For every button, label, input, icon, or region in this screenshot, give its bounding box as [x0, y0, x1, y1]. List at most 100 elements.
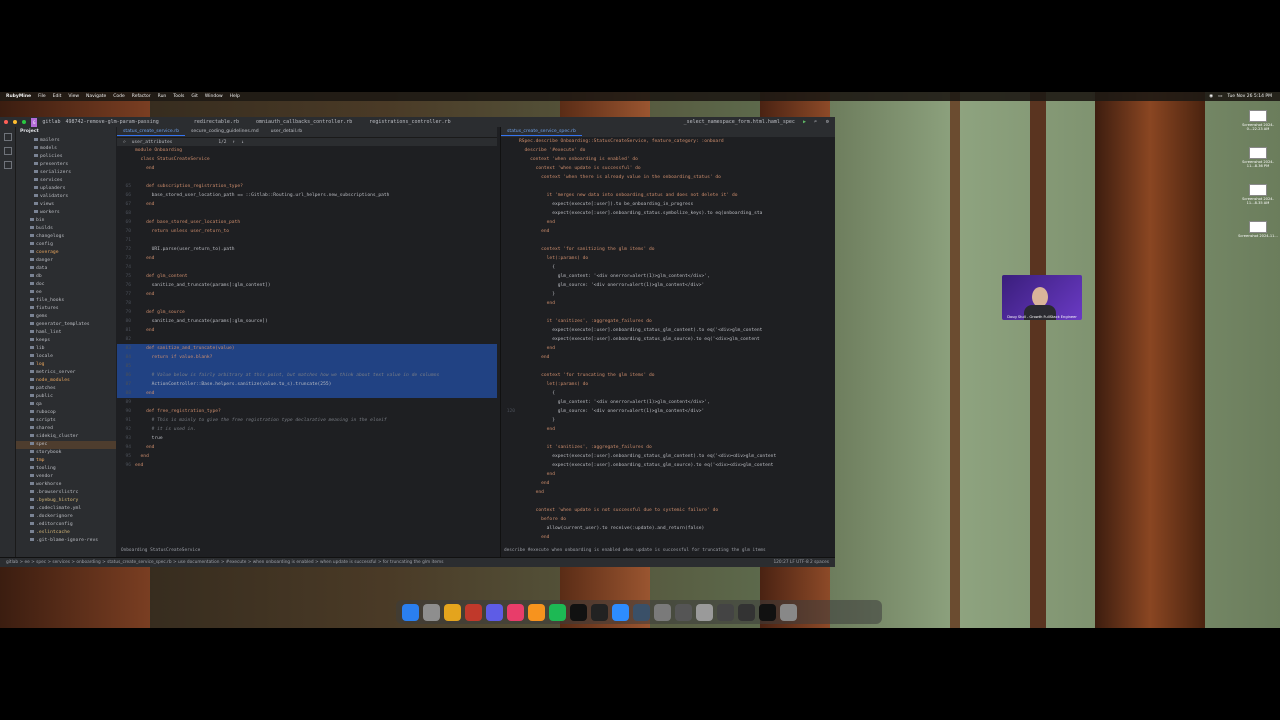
code-line[interactable]: end [501, 488, 835, 497]
project-tree-item[interactable]: presenters [16, 161, 116, 169]
project-tree-item[interactable]: mailers [16, 137, 116, 145]
project-tree-item[interactable]: changelogs [16, 233, 116, 241]
menu-code[interactable]: Code [113, 92, 125, 101]
code-line[interactable]: 90 def free_registration_type? [117, 407, 497, 416]
project-tree-item[interactable]: tmp [16, 457, 116, 465]
project-tree-item[interactable]: validators [16, 193, 116, 201]
project-tree-item[interactable]: .codeclimate.yml [16, 505, 116, 513]
code-line[interactable]: context 'when update is not successful d… [501, 506, 835, 515]
project-tree-item[interactable]: fixtures [16, 305, 116, 313]
code-line[interactable]: expect(execute[:user].onboarding_status_… [501, 461, 835, 470]
menu-view[interactable]: View [68, 92, 79, 101]
code-line[interactable]: 83 def sanitize_and_truncate(value) [117, 344, 497, 353]
code-line[interactable]: 67 end [117, 200, 497, 209]
menu-run[interactable]: Run [158, 92, 167, 101]
commit-tool-icon[interactable] [4, 147, 12, 155]
find-input[interactable]: user_attributes [132, 138, 173, 146]
battery-icon[interactable]: ▭ [1218, 92, 1222, 101]
code-line[interactable]: end [501, 218, 835, 227]
dock-app-icon[interactable] [444, 603, 461, 621]
code-line[interactable]: end [501, 533, 835, 542]
project-tree-item[interactable]: shared [16, 425, 116, 433]
project-tree-item[interactable]: .dockerignore [16, 513, 116, 521]
code-line[interactable]: 95 end [117, 452, 497, 461]
code-line[interactable]: it 'sanitizes', :aggregate_failures do [501, 317, 835, 326]
menu-refactor[interactable]: Refactor [132, 92, 151, 101]
dock-app-icon[interactable] [738, 603, 755, 621]
code-line[interactable]: end [501, 479, 835, 488]
code-line[interactable]: 86 # Value below is fairly arbitrary at … [117, 371, 497, 380]
code-line[interactable]: 94 end [117, 443, 497, 452]
code-line[interactable]: 74 [117, 263, 497, 272]
project-tree-item[interactable]: tooling [16, 465, 116, 473]
dock-app-icon[interactable] [465, 603, 482, 621]
status-path[interactable]: gitlab > ee > spec > services > onboardi… [6, 558, 443, 567]
find-prev-icon[interactable]: ↑ [233, 138, 236, 146]
project-tree-item[interactable]: views [16, 201, 116, 209]
menubar-clock[interactable]: Tue Nov 26 5:14 PM [1227, 92, 1272, 101]
project-tree-item[interactable]: scripts [16, 417, 116, 425]
code-line[interactable]: glm_content: '<div onerror=alert(1)>glm_… [501, 272, 835, 281]
desktop-file[interactable]: Screenshot 2024-11...8.36 PM [1238, 147, 1278, 169]
code-line[interactable]: context 'when there is already value in … [501, 173, 835, 182]
menu-window[interactable]: Window [205, 92, 223, 101]
code-line[interactable]: 91 # This is mainly to give the free reg… [117, 416, 497, 425]
project-tree-item[interactable]: haml_lint [16, 329, 116, 337]
wifi-icon[interactable]: ◉ [1209, 92, 1213, 101]
dock-app-icon[interactable] [759, 603, 776, 621]
project-tree-item[interactable]: spec [16, 441, 116, 449]
dock-app-icon[interactable] [570, 603, 587, 621]
code-line[interactable]: 66 base_stored_user_location_path == ::G… [117, 191, 497, 200]
project-tree-item[interactable]: storybook [16, 449, 116, 457]
code-line[interactable]: 73 end [117, 254, 497, 263]
code-line[interactable]: end [501, 299, 835, 308]
project-tree-item[interactable]: log [16, 361, 116, 369]
dock-app-icon[interactable] [591, 603, 608, 621]
code-line[interactable]: 85 [117, 362, 497, 371]
project-tree-item[interactable]: bin [16, 217, 116, 225]
dock-app-icon[interactable] [717, 603, 734, 621]
code-line[interactable]: } [501, 416, 835, 425]
project-tree-item[interactable]: .editorconfig [16, 521, 116, 529]
code-line[interactable]: 80 sanitize_and_truncate(params[:glm_sou… [117, 317, 497, 326]
code-line[interactable]: 76 sanitize_and_truncate(params[:glm_con… [117, 281, 497, 290]
project-tree-item[interactable]: .browserslistrc [16, 489, 116, 497]
project-tree-item[interactable]: config [16, 241, 116, 249]
project-tree-item[interactable]: workhorse [16, 481, 116, 489]
status-position[interactable]: 120:27 LF UTF-8 2 spaces [773, 558, 829, 567]
code-line[interactable]: context 'when update is successful' do [501, 164, 835, 173]
branch-name[interactable]: 498742-remove-glm-param-passing [65, 118, 158, 127]
left-code-area[interactable]: module Onboarding class StatusCreateServ… [117, 146, 497, 470]
project-tree-item[interactable]: rubocop [16, 409, 116, 417]
project-tree-item[interactable]: ee [16, 289, 116, 297]
code-line[interactable]: context 'when onboarding is enabled' do [501, 155, 835, 164]
left-breadcrumb[interactable]: Onboarding StatusCreateService [117, 546, 200, 555]
code-line[interactable]: 81 end [117, 326, 497, 335]
code-line[interactable]: 68 [117, 209, 497, 218]
dock-app-icon[interactable] [696, 603, 713, 621]
code-line[interactable]: 72 URI.parse(user_return_to).path [117, 245, 497, 254]
code-line[interactable]: 75 def glm_content [117, 272, 497, 281]
code-line[interactable]: class StatusCreateService [117, 155, 497, 164]
minimize-window-button[interactable] [13, 120, 17, 124]
project-tree-item[interactable]: .eslintcache [16, 529, 116, 537]
code-line[interactable]: 70 return unless user_return_to [117, 227, 497, 236]
code-line[interactable]: expect(execute[:user].onboarding_status.… [501, 209, 835, 218]
code-line[interactable]: before do [501, 515, 835, 524]
project-tree-item[interactable]: keeps [16, 337, 116, 345]
project-tree-item[interactable]: lib [16, 345, 116, 353]
code-line[interactable]: 120 glm_source: '<div onerror=alert(1)>g… [501, 407, 835, 416]
code-line[interactable] [501, 497, 835, 506]
code-line[interactable]: 87 ActionController::Base.helpers.saniti… [117, 380, 497, 389]
tab-secure-coding-guidelines[interactable]: secure_coding_guidelines.md [185, 127, 265, 136]
structure-tool-icon[interactable] [4, 161, 12, 169]
menu-git[interactable]: Git [191, 92, 198, 101]
run-config[interactable]: _select_namespace_form.html.haml_spec [684, 118, 795, 127]
code-line[interactable]: expect(execute[:user]).to be_onboarding_… [501, 200, 835, 209]
code-line[interactable]: end [117, 164, 497, 173]
menu-navigate[interactable]: Navigate [86, 92, 106, 101]
project-name[interactable]: gitlab [42, 118, 60, 127]
menu-help[interactable]: Help [230, 92, 240, 101]
code-line[interactable]: { [501, 263, 835, 272]
code-line[interactable]: it 'merges new data into onboarding_stat… [501, 191, 835, 200]
